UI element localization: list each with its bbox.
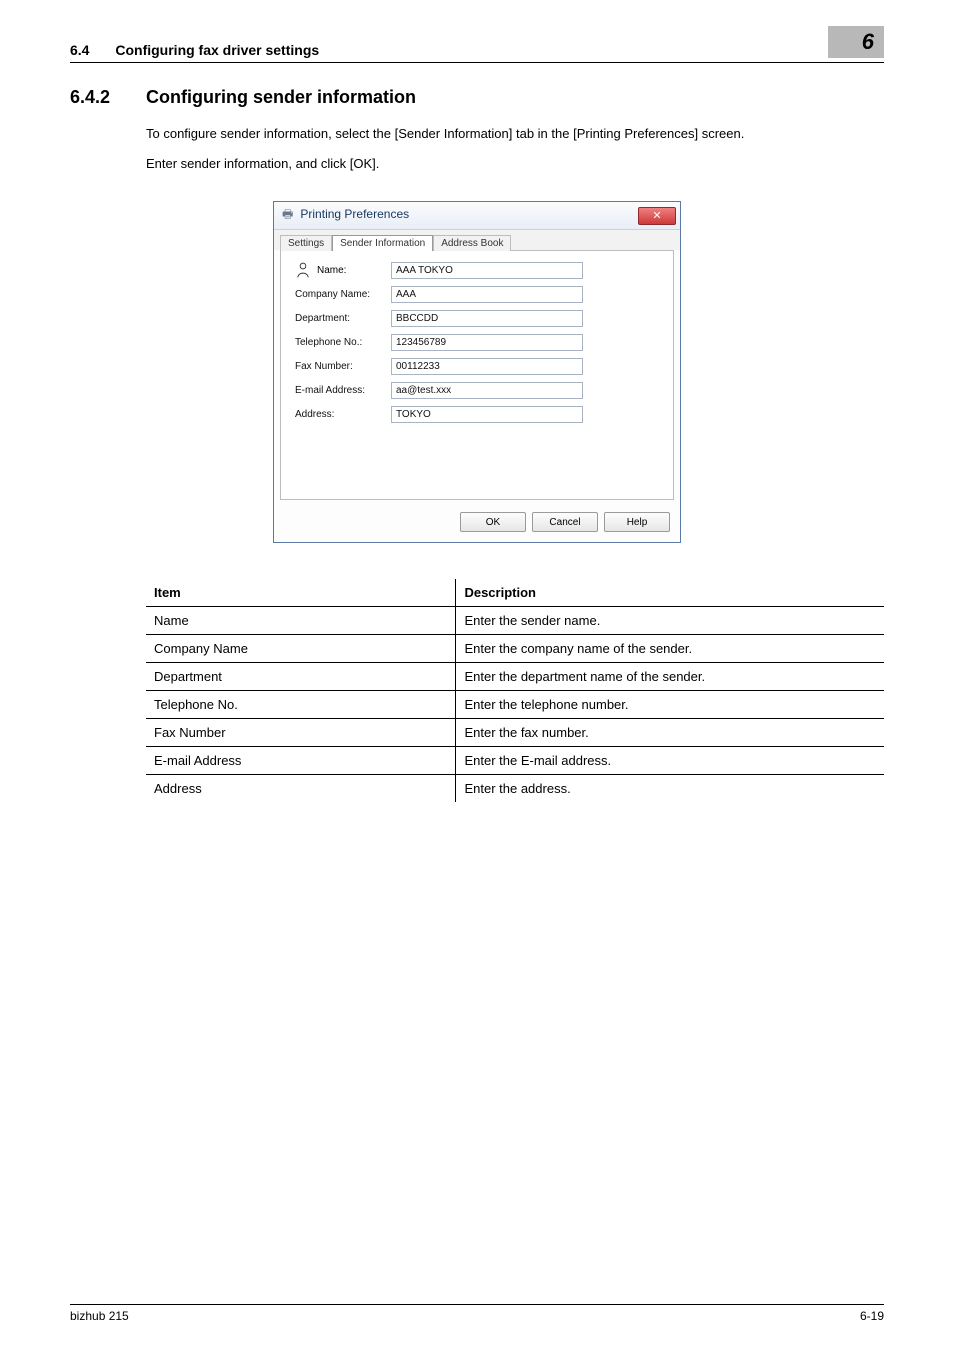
printing-preferences-dialog: 🖶 Printing Preferences ✕ SettingsSender …	[273, 201, 681, 543]
footer-product: bizhub 215	[70, 1309, 129, 1323]
chapter-number: 6	[862, 29, 874, 55]
table-cell-desc: Enter the fax number.	[456, 719, 884, 747]
field-row-telephone: Telephone No.:	[295, 334, 659, 351]
section-number: 6.4	[70, 42, 89, 58]
telephone-label: Telephone No.:	[295, 337, 391, 348]
name-label: Name:	[317, 265, 391, 276]
field-row-address: Address:	[295, 406, 659, 423]
dialog-button-row: OK Cancel Help	[274, 506, 680, 542]
footer-row: bizhub 215 6-19	[70, 1309, 884, 1323]
help-button[interactable]: Help	[604, 512, 670, 532]
email-input[interactable]	[391, 382, 583, 399]
table-cell-item: Company Name	[146, 635, 456, 663]
subsection-heading: 6.4.2Configuring sender information	[70, 87, 884, 108]
dialog-wrap: 🖶 Printing Preferences ✕ SettingsSender …	[70, 201, 884, 543]
ok-button[interactable]: OK	[460, 512, 526, 532]
cancel-button[interactable]: Cancel	[532, 512, 598, 532]
tab-row: SettingsSender InformationAddress Book	[274, 230, 680, 250]
field-row-email: E-mail Address:	[295, 382, 659, 399]
name-input[interactable]	[391, 262, 583, 279]
close-button[interactable]: ✕	[638, 207, 676, 225]
table-cell-desc: Enter the address.	[456, 775, 884, 803]
table-header-description: Description	[456, 579, 884, 607]
header-left: 6.4 Configuring fax driver settings	[70, 42, 319, 58]
telephone-input[interactable]	[391, 334, 583, 351]
table-cell-desc: Enter the sender name.	[456, 607, 884, 635]
table-header-item: Item	[146, 579, 456, 607]
paragraph-2: Enter sender information, and click [OK]…	[146, 154, 884, 174]
table-cell-item: Name	[146, 607, 456, 635]
table-cell-item: E-mail Address	[146, 747, 456, 775]
subsection-number: 6.4.2	[70, 87, 146, 108]
description-table: Item Description Name Enter the sender n…	[146, 579, 884, 802]
table-row: Department Enter the department name of …	[146, 663, 884, 691]
subsection-title: Configuring sender information	[146, 87, 416, 107]
paragraph-1: To configure sender information, select …	[146, 124, 884, 144]
table-row: Address Enter the address.	[146, 775, 884, 803]
field-row-name: Name:	[295, 261, 659, 279]
department-input[interactable]	[391, 310, 583, 327]
page-content: 6.4.2Configuring sender information To c…	[0, 63, 954, 802]
table-header-row: Item Description	[146, 579, 884, 607]
table-cell-desc: Enter the department name of the sender.	[456, 663, 884, 691]
table-cell-desc: Enter the E-mail address.	[456, 747, 884, 775]
table-cell-item: Fax Number	[146, 719, 456, 747]
table-row: Company Name Enter the company name of t…	[146, 635, 884, 663]
printer-icon: 🖶	[282, 207, 293, 221]
email-label: E-mail Address:	[295, 385, 391, 396]
address-label: Address:	[295, 409, 391, 420]
fax-input[interactable]	[391, 358, 583, 375]
table-cell-desc: Enter the company name of the sender.	[456, 635, 884, 663]
company-label: Company Name:	[295, 289, 391, 300]
section-title: Configuring fax driver settings	[115, 42, 319, 58]
dialog-title-group: 🖶 Printing Preferences	[282, 205, 409, 226]
dialog-title: Printing Preferences	[300, 207, 409, 221]
table-row: Telephone No. Enter the telephone number…	[146, 691, 884, 719]
person-icon	[295, 261, 311, 279]
field-row-department: Department:	[295, 310, 659, 327]
table-cell-item: Department	[146, 663, 456, 691]
address-input[interactable]	[391, 406, 583, 423]
tab-settings[interactable]: Settings	[280, 235, 332, 251]
table-row: E-mail Address Enter the E-mail address.	[146, 747, 884, 775]
table-cell-item: Address	[146, 775, 456, 803]
table-cell-desc: Enter the telephone number.	[456, 691, 884, 719]
company-input[interactable]	[391, 286, 583, 303]
page-header: 6.4 Configuring fax driver settings 6	[0, 0, 954, 58]
dialog-titlebar: 🖶 Printing Preferences ✕	[274, 202, 680, 230]
fax-label: Fax Number:	[295, 361, 391, 372]
table-row: Fax Number Enter the fax number.	[146, 719, 884, 747]
table-row: Name Enter the sender name.	[146, 607, 884, 635]
tab-panel-sender-information: Name: Company Name: Department: Telephon…	[280, 250, 674, 500]
footer-pagenum: 6-19	[860, 1309, 884, 1323]
table-cell-item: Telephone No.	[146, 691, 456, 719]
department-label: Department:	[295, 313, 391, 324]
footer-rule	[70, 1304, 884, 1305]
tab-address-book[interactable]: Address Book	[433, 235, 511, 251]
field-row-fax: Fax Number:	[295, 358, 659, 375]
field-row-company: Company Name:	[295, 286, 659, 303]
chapter-badge: 6	[828, 26, 884, 58]
tab-sender-information[interactable]: Sender Information	[332, 235, 433, 251]
page-footer: bizhub 215 6-19	[70, 1304, 884, 1323]
